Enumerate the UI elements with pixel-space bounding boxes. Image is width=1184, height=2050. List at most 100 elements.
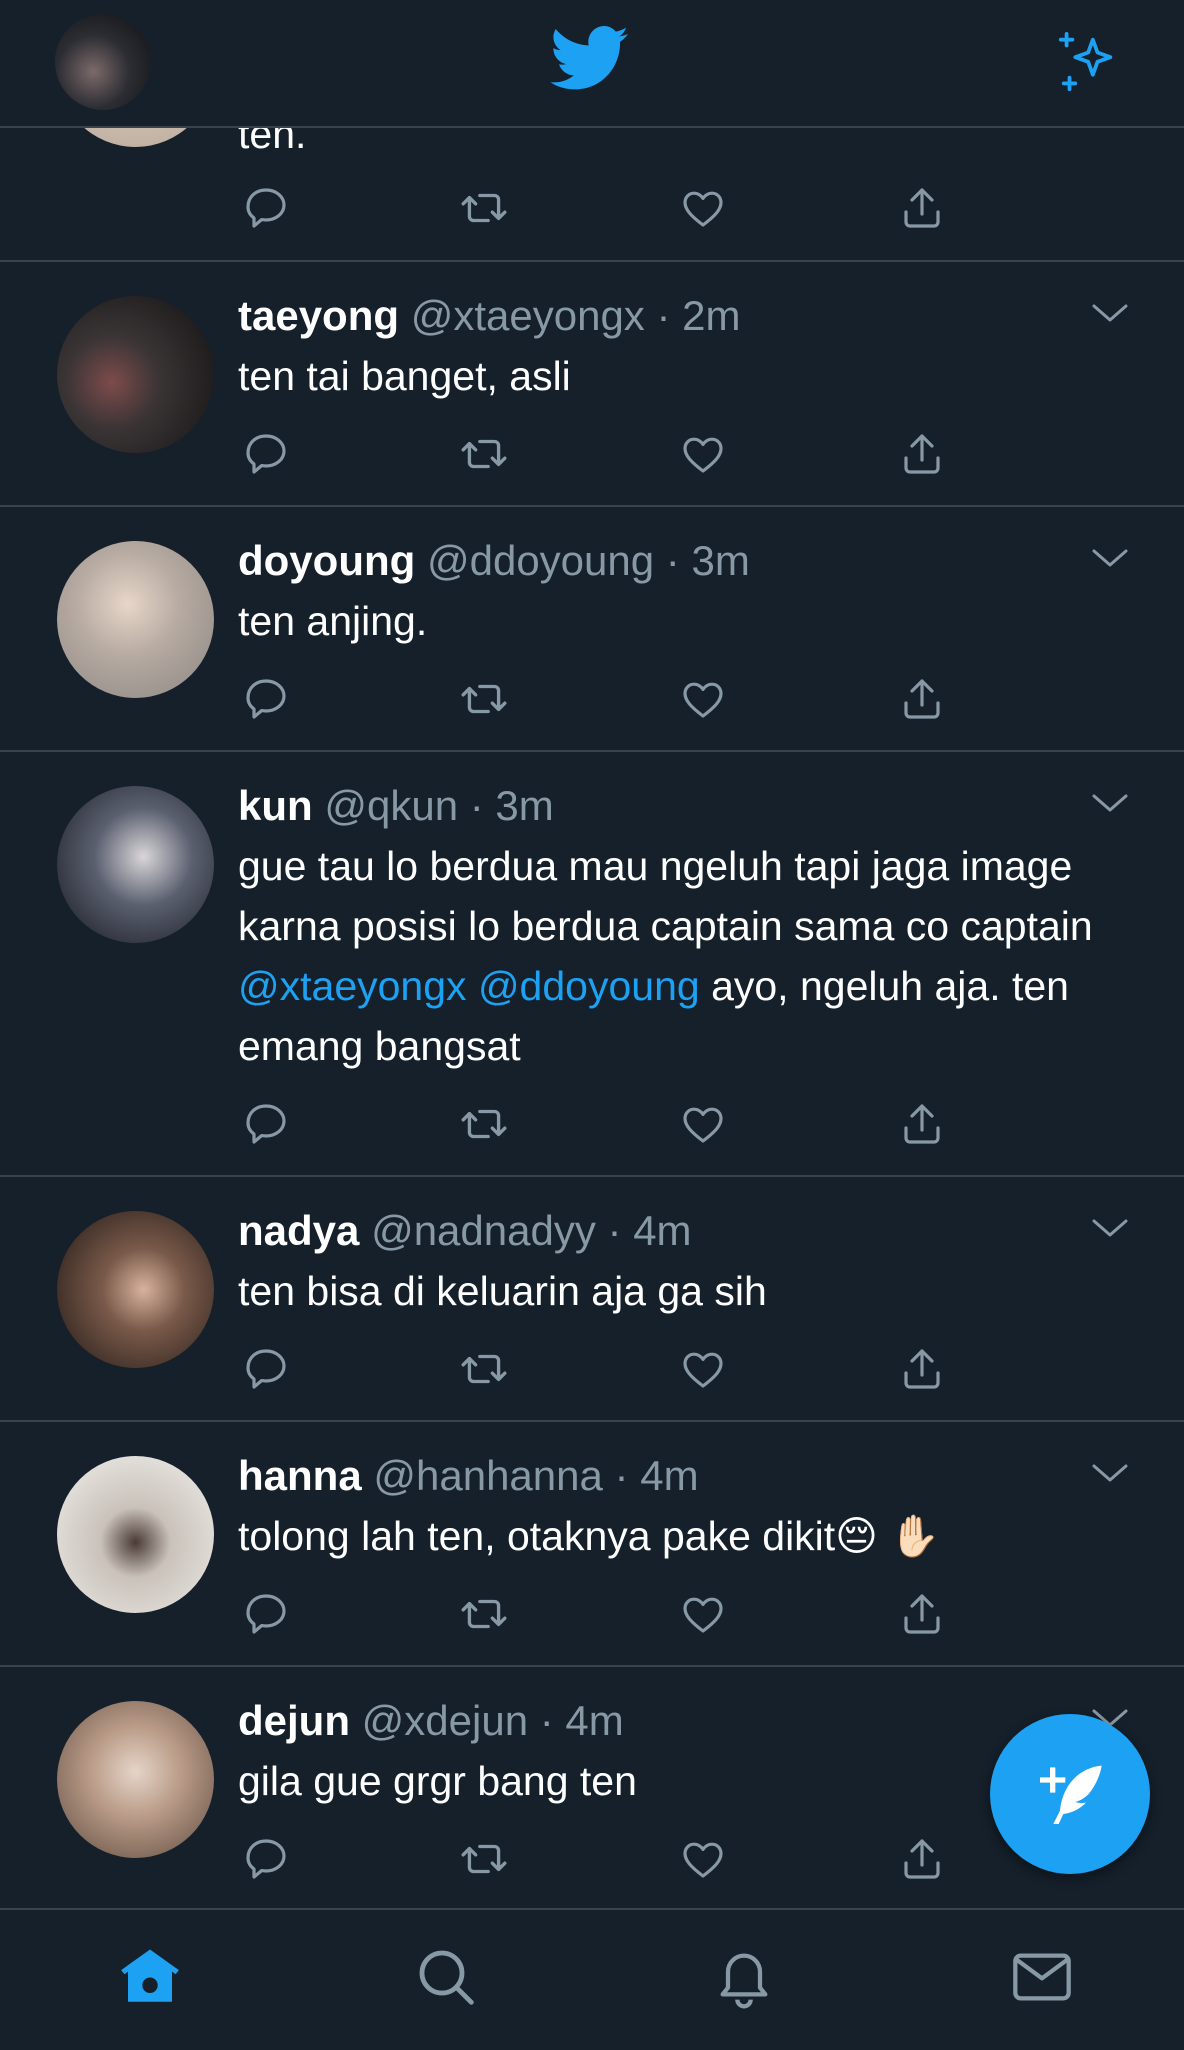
share-icon[interactable] — [894, 671, 950, 727]
chevron-down-icon[interactable] — [1090, 1462, 1130, 1491]
separator-dot: · — [614, 1452, 629, 1499]
avatar[interactable] — [57, 1701, 214, 1858]
avatar[interactable] — [57, 296, 214, 453]
username[interactable]: @xdejun — [362, 1697, 528, 1744]
retweet-icon[interactable] — [456, 1341, 512, 1397]
timestamp[interactable]: 4m — [640, 1452, 698, 1499]
tweet-header: hanna @hanhanna · 4m — [238, 1450, 699, 1502]
retweet-icon[interactable] — [456, 180, 512, 236]
like-icon[interactable] — [675, 1831, 731, 1887]
share-icon[interactable] — [894, 426, 950, 482]
compose-tweet-button[interactable] — [990, 1714, 1150, 1874]
tweet[interactable]: doyoung @ddoyoung · 3m ten anjing. — [0, 507, 1184, 752]
like-icon[interactable] — [675, 1096, 731, 1152]
share-icon[interactable] — [894, 1341, 950, 1397]
reply-icon[interactable] — [238, 1096, 294, 1152]
retweet-icon[interactable] — [456, 1831, 512, 1887]
username[interactable]: @nadnadyy — [371, 1207, 596, 1254]
tweet-actions — [238, 671, 958, 727]
display-name[interactable]: nadya — [238, 1207, 359, 1254]
reply-icon[interactable] — [238, 426, 294, 482]
tweet[interactable]: nadya @nadnadyy · 4m ten bisa di keluari… — [0, 1177, 1184, 1422]
chevron-down-icon[interactable] — [1090, 792, 1130, 821]
username[interactable]: @ddoyoung — [427, 537, 654, 584]
retweet-icon[interactable] — [456, 1586, 512, 1642]
profile-avatar[interactable] — [55, 14, 151, 110]
like-icon[interactable] — [675, 671, 731, 727]
chevron-down-icon[interactable] — [1090, 1217, 1130, 1246]
twitter-bird-icon — [550, 26, 630, 97]
timestamp[interactable]: 4m — [633, 1207, 691, 1254]
avatar[interactable] — [57, 786, 214, 943]
tweet-header: dejun @xdejun · 4m — [238, 1695, 624, 1747]
tweet-header: kun @qkun · 3m — [238, 780, 554, 832]
username[interactable]: @xtaeyongx — [411, 292, 645, 339]
tweet-text: ten bisa di keluarin aja ga sih — [238, 1268, 767, 1314]
separator-dot: · — [469, 782, 484, 829]
like-icon[interactable] — [675, 1341, 731, 1397]
tweet-actions — [238, 1096, 958, 1152]
share-icon[interactable] — [894, 1831, 950, 1887]
share-icon[interactable] — [894, 180, 950, 236]
reply-icon[interactable] — [238, 1586, 294, 1642]
display-name[interactable]: doyoung — [238, 537, 415, 584]
separator-dot: · — [665, 537, 680, 584]
tweet-text: tolong lah ten, otaknya pake dikit😔 ✋🏻 — [238, 1513, 941, 1559]
tweet-actions — [238, 1586, 958, 1642]
tweet[interactable]: kun @qkun · 3m gue tau lo berdua mau nge… — [0, 752, 1184, 1177]
tweet-text: ten anjing. — [238, 598, 428, 644]
separator-dot: · — [607, 1207, 622, 1254]
tweet-actions — [238, 1831, 958, 1887]
reply-icon[interactable] — [238, 1341, 294, 1397]
tweet-text-part: gue tau lo berdua mau ngeluh tapi jaga i… — [238, 843, 1093, 949]
tweet-header: nadya @nadnadyy · 4m — [238, 1205, 692, 1257]
mention-link[interactable]: @ddoyoung — [478, 963, 700, 1009]
retweet-icon[interactable] — [456, 426, 512, 482]
separator-dot: · — [656, 292, 671, 339]
retweet-icon[interactable] — [456, 671, 512, 727]
tweet-header: taeyong @xtaeyongx · 2m — [238, 290, 741, 342]
tweet[interactable]: taeyong @xtaeyongx · 2m ten tai banget, … — [0, 262, 1184, 507]
display-name[interactable]: kun — [238, 782, 313, 829]
tweet-actions — [238, 426, 958, 482]
reply-icon[interactable] — [238, 671, 294, 727]
avatar[interactable] — [57, 1456, 214, 1613]
tweet-actions — [238, 180, 958, 236]
timestamp[interactable]: 2m — [682, 292, 740, 339]
tweet[interactable]: hanna @hanhanna · 4m tolong lah ten, ota… — [0, 1422, 1184, 1667]
avatar[interactable] — [57, 1211, 214, 1368]
top-bar — [0, 0, 1184, 128]
timestamp[interactable]: 3m — [495, 782, 553, 829]
tweet-text: ten tai banget, asli — [238, 353, 571, 399]
reply-icon[interactable] — [238, 1831, 294, 1887]
chevron-down-icon[interactable] — [1090, 302, 1130, 331]
retweet-icon[interactable] — [456, 1096, 512, 1152]
chevron-down-icon[interactable] — [1090, 547, 1130, 576]
tweet-actions — [238, 1341, 958, 1397]
reply-icon[interactable] — [238, 180, 294, 236]
share-icon[interactable] — [894, 1586, 950, 1642]
tweet-text: gue tau lo berdua mau ngeluh tapi jaga i… — [238, 836, 1138, 1076]
avatar[interactable] — [57, 541, 214, 698]
like-icon[interactable] — [675, 426, 731, 482]
compose-feather-icon — [1040, 1765, 1102, 1824]
mention-link[interactable]: @xtaeyongx — [238, 963, 467, 1009]
bottom-tab-bar — [0, 1908, 1184, 2050]
share-icon[interactable] — [894, 1096, 950, 1152]
display-name[interactable]: taeyong — [238, 292, 399, 339]
timestamp[interactable]: 3m — [691, 537, 749, 584]
home-icon[interactable] — [115, 1942, 185, 2012]
sparkle-icon[interactable] — [1052, 28, 1122, 103]
like-icon[interactable] — [675, 1586, 731, 1642]
display-name[interactable]: hanna — [238, 1452, 362, 1499]
search-icon[interactable] — [411, 1942, 481, 2012]
timestamp[interactable]: 4m — [565, 1697, 623, 1744]
username[interactable]: @hanhanna — [373, 1452, 603, 1499]
separator-dot: · — [539, 1697, 554, 1744]
display-name[interactable]: dejun — [238, 1697, 350, 1744]
notifications-icon[interactable] — [709, 1942, 779, 2012]
username[interactable]: @qkun — [324, 782, 458, 829]
tweet-header: doyoung @ddoyoung · 3m — [238, 535, 750, 587]
like-icon[interactable] — [675, 180, 731, 236]
messages-icon[interactable] — [1007, 1942, 1077, 2012]
